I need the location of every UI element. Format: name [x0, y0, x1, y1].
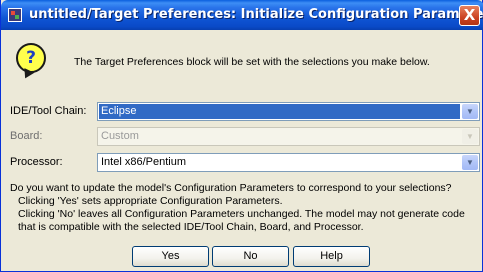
processor-label: Processor:	[10, 156, 63, 168]
question-line: that is compatible with the selected IDE…	[18, 221, 364, 233]
close-button[interactable]: X	[459, 5, 480, 26]
help-button[interactable]: Help	[293, 246, 370, 267]
chevron-down-icon: ▼	[462, 129, 478, 144]
intro-text: The Target Preferences block will be set…	[74, 56, 430, 68]
ide-tool-chain-label: IDE/Tool Chain:	[10, 105, 87, 117]
processor-select[interactable]: Intel x86/Pentium ▼	[97, 153, 480, 172]
no-button[interactable]: No	[212, 246, 289, 267]
question-icon: ?	[16, 43, 46, 73]
yes-button[interactable]: Yes	[132, 246, 209, 267]
simulink-app-icon	[8, 8, 22, 22]
board-label: Board:	[10, 130, 43, 142]
question-line: Clicking 'No' leaves all Configuration P…	[18, 208, 465, 220]
board-select: Custom ▼	[97, 127, 480, 146]
dialog-window: untitled/Target Preferences: Initialize …	[0, 0, 483, 272]
chevron-down-icon[interactable]: ▼	[462, 155, 478, 170]
question-line: Clicking 'Yes' sets appropriate Configur…	[18, 195, 283, 207]
chevron-down-icon[interactable]: ▼	[462, 104, 478, 119]
title-bar[interactable]: untitled/Target Preferences: Initialize …	[1, 0, 483, 30]
ide-tool-chain-select[interactable]: Eclipse ▼	[97, 102, 480, 121]
ide-tool-chain-value: Eclipse	[99, 104, 460, 119]
window-title: untitled/Target Preferences: Initialize …	[29, 7, 483, 22]
question-line: Do you want to update the model's Config…	[10, 182, 452, 194]
board-value: Custom	[101, 130, 139, 142]
processor-value: Intel x86/Pentium	[101, 156, 186, 168]
